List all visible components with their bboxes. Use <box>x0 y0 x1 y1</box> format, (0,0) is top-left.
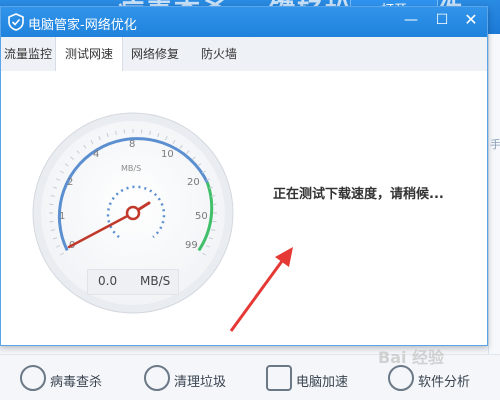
gauge-tick-label: 20 <box>187 177 200 188</box>
gauge-tick-label: 1 <box>59 211 65 222</box>
gauge-tick-label: 50 <box>195 211 208 222</box>
software-analysis-icon <box>388 365 414 391</box>
rocket-icon <box>266 365 292 391</box>
speed-value: 0.0 <box>98 274 118 288</box>
speed-unit: MB/S <box>140 274 171 288</box>
tab-firewall[interactable]: 防火墙 <box>189 37 249 71</box>
toolbar-label: 清理垃圾 <box>174 375 227 390</box>
test-status-text: 正在测试下载速度，请稍候... <box>273 187 444 202</box>
tab-bar: 流量监控 测试网速 网络修复 防火墙 <box>1 37 487 72</box>
speed-readout: 0.0 MB/S <box>87 269 179 295</box>
tab-traffic-monitor[interactable]: 流量监控 <box>1 37 55 71</box>
watermark: Bai 经验 <box>378 348 445 367</box>
background-side-text: 手 <box>490 138 500 151</box>
toolbar-label: 电脑加速 <box>296 375 349 390</box>
broom-icon <box>144 365 170 391</box>
gauge-tick-label: 2 <box>67 177 73 188</box>
maximize-button[interactable]: ☐ <box>427 7 457 33</box>
annotation-arrow-icon <box>229 247 293 332</box>
gauge-tick-label: 10 <box>161 149 174 160</box>
tab-speed-test[interactable]: 测试网速 <box>55 37 123 72</box>
gauge-tick-label: 8 <box>129 139 135 150</box>
shield-logo-icon <box>8 13 24 31</box>
background-app-side: 手 <box>488 34 500 354</box>
gauge-unit-label: MB/S <box>121 164 141 173</box>
title-bar[interactable]: 电脑管家-网络优化 — ☐ ✕ <box>1 7 487 37</box>
window-title: 电脑管家-网络优化 <box>28 18 137 33</box>
gauge-tick-label: 99 <box>185 240 198 251</box>
screen: 病毒查杀 一键轻松安装软件 打开 手 电脑管家-网络优化 — ☐ ✕ 流量监控 … <box>0 0 500 400</box>
toolbar-label: 软件分析 <box>418 375 471 390</box>
minimize-button[interactable]: — <box>396 7 426 33</box>
network-optimize-window: 电脑管家-网络优化 — ☐ ✕ 流量监控 测试网速 网络修复 防火墙 1 2 4… <box>0 6 488 346</box>
gauge-tick-label: 4 <box>93 149 99 160</box>
gauge-needle-hub <box>125 205 141 221</box>
speed-test-panel: 0 1 2 4 8 10 20 50 99 MB/S 0.0 MB/S <box>1 71 487 345</box>
toolbar-label: 病毒查杀 <box>50 375 103 390</box>
shield-scan-icon <box>20 365 46 391</box>
tab-network-repair[interactable]: 网络修复 <box>123 37 187 71</box>
close-button[interactable]: ✕ <box>456 7 486 33</box>
